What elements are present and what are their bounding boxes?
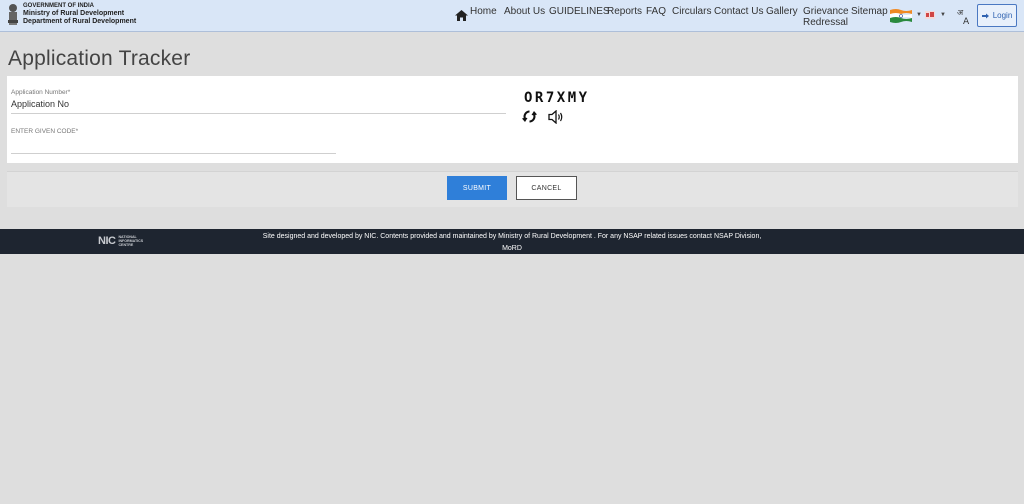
- nav-contact-us[interactable]: Contact Us: [714, 6, 763, 17]
- given-code-underline: [11, 153, 336, 154]
- cancel-button[interactable]: CANCEL: [516, 176, 577, 200]
- home-icon[interactable]: [455, 10, 468, 21]
- login-icon: [981, 13, 989, 18]
- nav-about-us[interactable]: About Us: [504, 6, 545, 17]
- speaker-icon[interactable]: [548, 110, 565, 124]
- login-label: Login: [992, 11, 1013, 20]
- tracker-form-card: Application Number* Application No ENTER…: [7, 76, 1018, 163]
- footer-credits-line2: MoRD: [502, 245, 522, 252]
- nic-logo-mark: NIC: [98, 235, 116, 247]
- nav-grievance-line2: Redressal: [803, 17, 849, 28]
- svg-text:A: A: [963, 17, 970, 25]
- text-size-dropdown-caret-icon[interactable]: ▼: [940, 12, 946, 18]
- refresh-icon[interactable]: [522, 109, 537, 124]
- nav-guidelines[interactable]: GUIDELINES: [549, 6, 610, 17]
- main-nav: Home About Us GUIDELINES Reports FAQ Cir…: [0, 5, 1024, 31]
- nav-grievance-redressal[interactable]: Grievance Redressal: [803, 6, 849, 28]
- submit-button[interactable]: SUBMIT: [447, 176, 507, 200]
- header: GOVERNMENT OF INDIA Ministry of Rural De…: [0, 0, 1024, 32]
- page-title: Application Tracker: [8, 47, 191, 70]
- nic-logo-line3: CENTRE: [118, 243, 134, 247]
- form-action-bar: [7, 171, 1018, 207]
- given-code-label: ENTER GIVEN CODE*: [11, 128, 79, 135]
- text-size-icon[interactable]: [925, 11, 935, 19]
- flag-dropdown-caret-icon[interactable]: ▼: [916, 12, 922, 18]
- nav-home[interactable]: Home: [470, 6, 497, 17]
- footer-credits: Site designed and developed by NIC. Cont…: [262, 231, 762, 255]
- login-button[interactable]: Login: [977, 4, 1017, 27]
- captcha-code: OR7XMY: [524, 90, 590, 106]
- nav-gallery[interactable]: Gallery: [766, 6, 798, 17]
- language-icon[interactable]: अ A: [957, 7, 971, 25]
- nav-reports[interactable]: Reports: [607, 6, 642, 17]
- svg-text:अ: अ: [957, 8, 964, 17]
- application-number-underline: [11, 113, 506, 114]
- application-number-label: Application Number*: [11, 89, 71, 96]
- application-number-input[interactable]: Application No: [11, 99, 69, 109]
- nav-sitemap[interactable]: Sitemap: [851, 6, 888, 17]
- nav-faq[interactable]: FAQ: [646, 6, 666, 17]
- nic-logo[interactable]: NIC NATIONAL INFORMATICS CENTRE: [98, 235, 143, 247]
- footer-credits-line1: Site designed and developed by NIC. Cont…: [262, 233, 762, 240]
- nav-grievance-line1: Grievance: [803, 6, 849, 17]
- nav-circulars[interactable]: Circulars: [672, 6, 711, 17]
- footer: NIC NATIONAL INFORMATICS CENTRE Site des…: [0, 229, 1024, 254]
- india-flag-icon[interactable]: [890, 9, 912, 23]
